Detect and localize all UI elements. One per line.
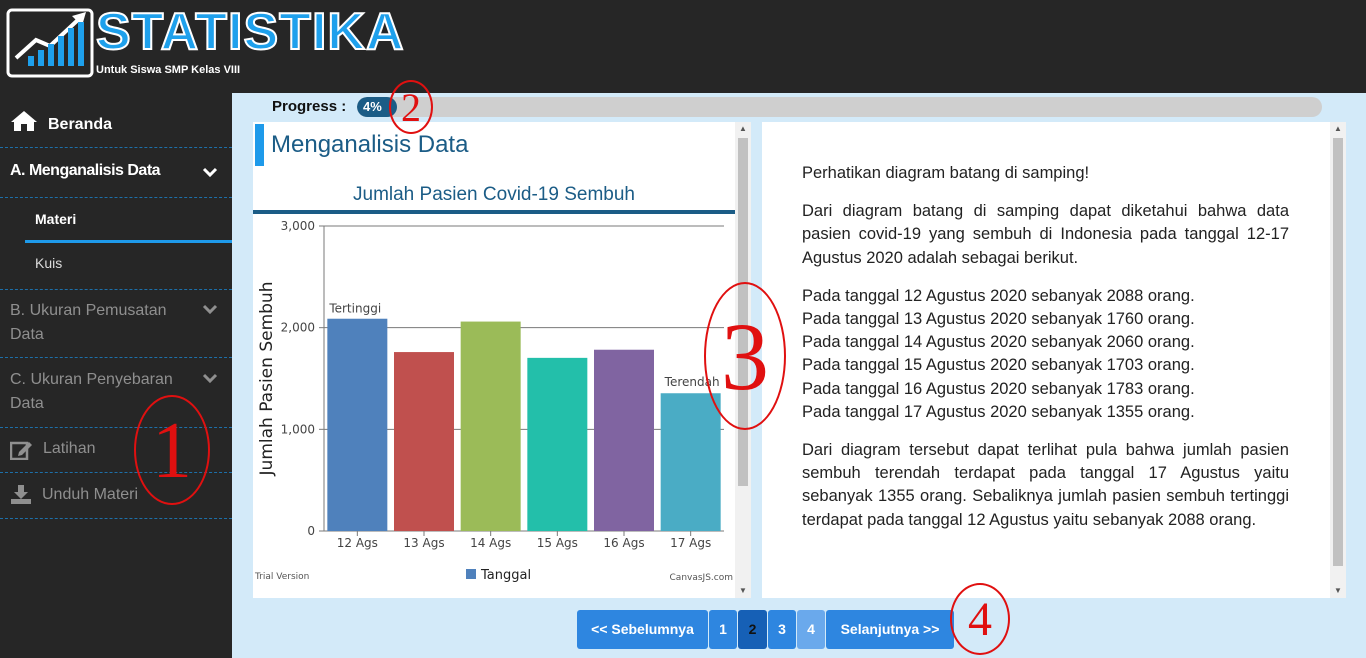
progress-label: Progress : <box>272 98 347 115</box>
sidebar-item-label: Materi <box>35 211 77 227</box>
list-item: Pada tanggal 13 Agustus 2020 sebanyak 17… <box>802 310 1195 329</box>
sidebar-item-label: Beranda <box>48 116 113 133</box>
y-tick-label: 2,000 <box>281 321 315 335</box>
y-tick-label: 3,000 <box>281 219 315 233</box>
next-button[interactable]: Selanjutnya >> <box>826 610 954 649</box>
data-label-max: Tertinggi <box>328 302 381 316</box>
app-header: STATISTIKA Untuk Siswa SMP Kelas VIII <box>0 0 1366 93</box>
chart-bar <box>660 393 721 531</box>
annotation-marker-2: 2 <box>389 80 433 134</box>
x-tick-label: 13 Ags <box>403 536 444 550</box>
y-tick-label: 0 <box>307 524 315 538</box>
page-button-1[interactable]: 1 <box>709 610 737 649</box>
list-item: Pada tanggal 12 Agustus 2020 sebanyak 20… <box>802 286 1195 305</box>
paragraph: Perhatikan diagram batang di samping! <box>802 164 1090 182</box>
sidebar: Beranda A. Menganalisis Data Materi Kuis… <box>0 93 232 658</box>
legend-swatch <box>466 569 476 579</box>
sidebar-subitem-kuis[interactable]: Kuis <box>25 243 232 287</box>
list-item: Pada tanggal 14 Agustus 2020 sebanyak 20… <box>802 333 1195 352</box>
annotation-marker-1: 1 <box>134 395 210 505</box>
chart-bar <box>594 349 654 531</box>
bar-chart: 0 1,000 2,000 3,000 Jumlah Pasien Sembuh 12 A… <box>254 219 733 583</box>
watermark-trial: Trial Version <box>254 572 309 582</box>
chart-bar <box>460 321 521 531</box>
download-icon <box>11 485 31 504</box>
app-subtitle: Untuk Siswa SMP Kelas VIII <box>96 64 241 76</box>
section-title: Menganalisis Data <box>255 124 735 166</box>
list-item: Pada tanggal 16 Agustus 2020 sebanyak 17… <box>802 379 1195 398</box>
text-panel-scrollbar[interactable]: ▲ ▼ <box>1330 122 1346 598</box>
chart-bar <box>394 352 454 531</box>
sidebar-item-label: A. Menganalisis Data <box>10 162 161 179</box>
edit-icon <box>10 441 32 460</box>
sidebar-item-beranda[interactable]: Beranda <box>0 93 232 148</box>
annotation-marker-3: 3 <box>704 282 786 430</box>
chevron-down-icon <box>202 167 218 178</box>
data-list: Pada tanggal 12 Agustus 2020 sebanyak 20… <box>802 285 1289 424</box>
list-item: Pada tanggal 17 Agustus 2020 sebanyak 13… <box>802 402 1195 421</box>
scroll-thumb[interactable] <box>1333 138 1343 566</box>
chart-bar <box>527 357 588 531</box>
x-tick-label: 14 Ags <box>470 536 511 550</box>
y-axis-label: Jumlah Pasien Sembuh <box>257 282 277 477</box>
scroll-up-icon[interactable]: ▲ <box>735 122 751 136</box>
paragraph: Dari diagram tersebut dapat terlihat pul… <box>802 441 1289 529</box>
legend-label: Tanggal <box>480 568 531 583</box>
scroll-down-icon[interactable]: ▼ <box>1330 584 1346 598</box>
chevron-down-icon <box>202 304 218 315</box>
text-content: Perhatikan diagram batang di samping! Da… <box>802 162 1289 547</box>
sidebar-item-label: Kuis <box>35 255 63 271</box>
chevron-down-icon <box>202 373 218 384</box>
scroll-down-icon[interactable]: ▼ <box>735 584 751 598</box>
chart-bar <box>327 318 388 531</box>
paragraph: Dari diagram batang di samping dapat dik… <box>802 202 1289 267</box>
y-tick-label: 1,000 <box>281 422 315 436</box>
x-tick-label: 17 Ags <box>670 536 711 550</box>
sidebar-item-ukuran-pemusatan[interactable]: B. Ukuran Pemusatan Data <box>0 289 232 358</box>
list-item: Pada tanggal 15 Agustus 2020 sebanyak 17… <box>802 356 1195 375</box>
sidebar-item-label: Unduh Materi <box>42 486 139 503</box>
annotation-marker-4: 4 <box>950 583 1010 655</box>
watermark-canvasjs: CanvasJS.com <box>670 573 733 583</box>
page-button-4[interactable]: 4 <box>797 610 825 649</box>
scroll-up-icon[interactable]: ▲ <box>1330 122 1346 136</box>
app-title: STATISTIKA <box>95 2 405 62</box>
x-tick-label: 12 Ags <box>337 536 378 550</box>
prev-button[interactable]: << Sebelumnya <box>577 610 708 649</box>
sidebar-item-menganalisis-data[interactable]: A. Menganalisis Data <box>0 148 232 198</box>
home-icon <box>11 111 37 131</box>
sidebar-subitem-materi[interactable]: Materi <box>25 198 232 243</box>
progress-bar: 4% <box>357 97 1322 117</box>
logo-chart-icon <box>6 8 94 78</box>
chart-title: Jumlah Pasien Covid-19 Sembuh <box>353 184 635 205</box>
sidebar-item-label: B. Ukuran Pemusatan Data <box>10 302 167 343</box>
page-button-2[interactable]: 2 <box>738 610 767 649</box>
sidebar-item-label: Latihan <box>43 440 96 457</box>
x-tick-label: 16 Ags <box>603 536 644 550</box>
x-tick-label: 15 Ags <box>537 536 578 550</box>
page-button-3[interactable]: 3 <box>768 610 796 649</box>
